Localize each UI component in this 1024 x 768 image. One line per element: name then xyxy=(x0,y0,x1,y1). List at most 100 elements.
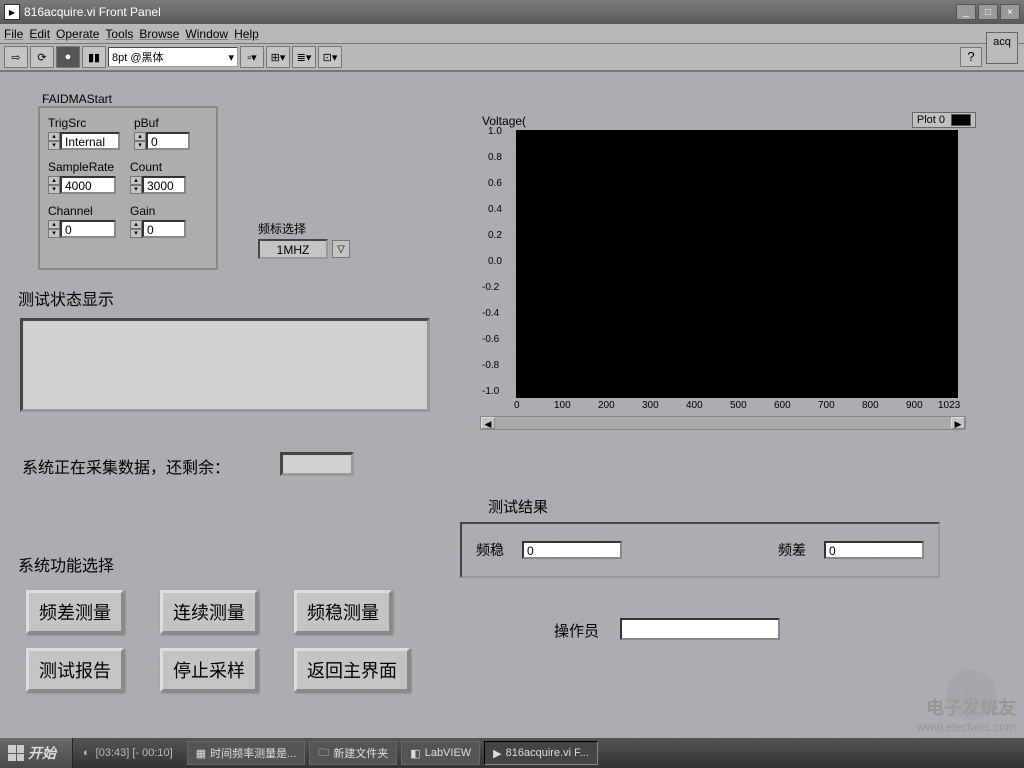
results-title: 测试结果 xyxy=(488,496,548,517)
close-button[interactable]: × xyxy=(1000,4,1020,20)
menu-window[interactable]: Window xyxy=(185,27,228,41)
xtick: 800 xyxy=(862,400,879,411)
folder-icon: 🗀 xyxy=(318,744,329,763)
results-box: 频稳 0 频差 0 xyxy=(460,522,940,578)
samplerate-label: SampleRate xyxy=(48,160,116,174)
quick-launch-time: [03:43] [- 00:10] xyxy=(96,747,173,759)
freq-select-value[interactable]: 1MHZ xyxy=(258,239,328,259)
chevron-down-icon: ▾ xyxy=(228,51,234,64)
count-field[interactable]: 3000 xyxy=(142,176,186,194)
media-icon[interactable]: ◐ xyxy=(83,747,90,759)
xtick: 100 xyxy=(554,400,571,411)
windows-logo-icon xyxy=(8,745,24,761)
help-button[interactable]: ? xyxy=(960,47,982,67)
remaining-indicator xyxy=(280,452,354,476)
scroll-left-icon[interactable]: ◀ xyxy=(481,417,495,429)
samplerate-field[interactable]: 4000 xyxy=(60,176,116,194)
count-label: Count xyxy=(130,160,186,174)
font-selector-value: 8pt @黑体 xyxy=(112,49,164,65)
ytick: 0.8 xyxy=(488,152,502,163)
pbuf-field[interactable]: 0 xyxy=(146,132,190,150)
trigsrc-field[interactable]: Internal xyxy=(60,132,120,150)
plot-legend[interactable]: Plot 0 xyxy=(912,112,976,128)
pause-button[interactable]: ▮▮ xyxy=(82,46,106,68)
freqdiff-button[interactable]: 频差测量 xyxy=(26,590,124,634)
ytick: 0.4 xyxy=(488,204,502,215)
ytick: 0.6 xyxy=(488,178,502,189)
xtick: 500 xyxy=(730,400,747,411)
xtick: 700 xyxy=(818,400,835,411)
xtick: 400 xyxy=(686,400,703,411)
return-button[interactable]: 返回主界面 xyxy=(294,648,410,692)
taskbar: 开始 ◐ [03:43] [- 00:10] ▦时间频率测量是... 🗀新建文件… xyxy=(0,738,1024,768)
resize-button[interactable]: ⊡▾ xyxy=(318,46,342,68)
menu-bar: File Edit Operate Tools Browse Window He… xyxy=(0,24,1024,44)
xtick: 300 xyxy=(642,400,659,411)
freqdiff-result-label: 频差 xyxy=(778,540,806,560)
ytick: 1.0 xyxy=(488,126,502,137)
plot-legend-label: Plot 0 xyxy=(917,114,945,126)
xtick: 0 xyxy=(514,400,520,411)
freqstab-button[interactable]: 频稳测量 xyxy=(294,590,392,634)
abort-button[interactable]: ● xyxy=(56,46,80,68)
doc-icon: ▦ xyxy=(196,747,206,760)
count-spinner[interactable]: ▴▾ xyxy=(130,176,142,194)
run-button[interactable]: ⇨ xyxy=(4,46,28,68)
taskbar-item-4[interactable]: ▶816acquire.vi F... xyxy=(484,741,598,765)
samplerate-spinner[interactable]: ▴▾ xyxy=(48,176,60,194)
continuous-button[interactable]: 连续测量 xyxy=(160,590,258,634)
scroll-right-icon[interactable]: ▶ xyxy=(951,417,965,429)
taskbar-item-3[interactable]: ◧LabVIEW xyxy=(401,741,480,765)
xtick: 900 xyxy=(906,400,923,411)
window-titlebar: 816acquire.vi Front Panel _ □ × xyxy=(0,0,1024,24)
vi-icon-acq[interactable]: acq xyxy=(986,32,1018,64)
reorder-button[interactable]: ≣▾ xyxy=(292,46,316,68)
graph-scrollbar[interactable]: ◀ ▶ xyxy=(480,416,966,430)
stop-button[interactable]: 停止采样 xyxy=(160,648,258,692)
ytick: -1.0 xyxy=(482,386,499,397)
pbuf-spinner[interactable]: ▴▾ xyxy=(134,132,146,150)
operator-field[interactable] xyxy=(620,618,780,640)
menu-tools[interactable]: Tools xyxy=(105,27,133,41)
menu-browse[interactable]: Browse xyxy=(139,27,179,41)
freq-select-dropdown[interactable]: ▽ xyxy=(332,240,350,258)
start-label: 开始 xyxy=(28,743,56,763)
vi-icon: ▶ xyxy=(493,747,501,760)
font-selector[interactable]: 8pt @黑体 ▾ xyxy=(108,47,238,67)
gain-spinner[interactable]: ▴▾ xyxy=(130,220,142,238)
pbuf-label: pBuf xyxy=(134,116,190,130)
start-button[interactable]: 开始 xyxy=(0,738,73,768)
menu-help[interactable]: Help xyxy=(234,27,259,41)
ytick: -0.2 xyxy=(482,282,499,293)
labview-icon: ◧ xyxy=(410,747,420,760)
align-button[interactable]: ▫▾ xyxy=(240,46,264,68)
ytick: -0.6 xyxy=(482,334,499,345)
freqstab-result-label: 频稳 xyxy=(476,540,504,560)
maximize-button[interactable]: □ xyxy=(978,4,998,20)
menu-edit[interactable]: Edit xyxy=(29,27,50,41)
taskbar-item-1[interactable]: ▦时间频率测量是... xyxy=(187,741,306,765)
menu-file[interactable]: File xyxy=(4,27,23,41)
xtick: 200 xyxy=(598,400,615,411)
toolbar: ⇨ ⟳ ● ▮▮ 8pt @黑体 ▾ ▫▾ ⊞▾ ≣▾ ⊡▾ ? xyxy=(0,44,1024,72)
report-button[interactable]: 测试报告 xyxy=(26,648,124,692)
xtick: 600 xyxy=(774,400,791,411)
channel-label: Channel xyxy=(48,204,116,218)
faidma-cluster: FAIDMAStart TrigSrc ▴▾ Internal pBuf ▴▾ … xyxy=(38,106,218,270)
freq-select-control: 频标选择 1MHZ ▽ xyxy=(258,220,350,259)
taskbar-item-2[interactable]: 🗀新建文件夹 xyxy=(309,741,397,765)
voltage-graph[interactable] xyxy=(516,130,958,398)
gain-field[interactable]: 0 xyxy=(142,220,186,238)
window-title: 816acquire.vi Front Panel xyxy=(24,5,161,19)
collecting-label: 系统正在采集数据，还剩余： xyxy=(22,454,230,478)
trigsrc-spinner[interactable]: ▴▾ xyxy=(48,132,60,150)
ytick: 0.2 xyxy=(488,230,502,241)
run-continuous-button[interactable]: ⟳ xyxy=(30,46,54,68)
xtick: 1023 xyxy=(938,400,960,411)
channel-field[interactable]: 0 xyxy=(60,220,116,238)
minimize-button[interactable]: _ xyxy=(956,4,976,20)
distribute-button[interactable]: ⊞▾ xyxy=(266,46,290,68)
channel-spinner[interactable]: ▴▾ xyxy=(48,220,60,238)
front-panel: FAIDMAStart TrigSrc ▴▾ Internal pBuf ▴▾ … xyxy=(0,72,1024,738)
menu-operate[interactable]: Operate xyxy=(56,27,99,41)
